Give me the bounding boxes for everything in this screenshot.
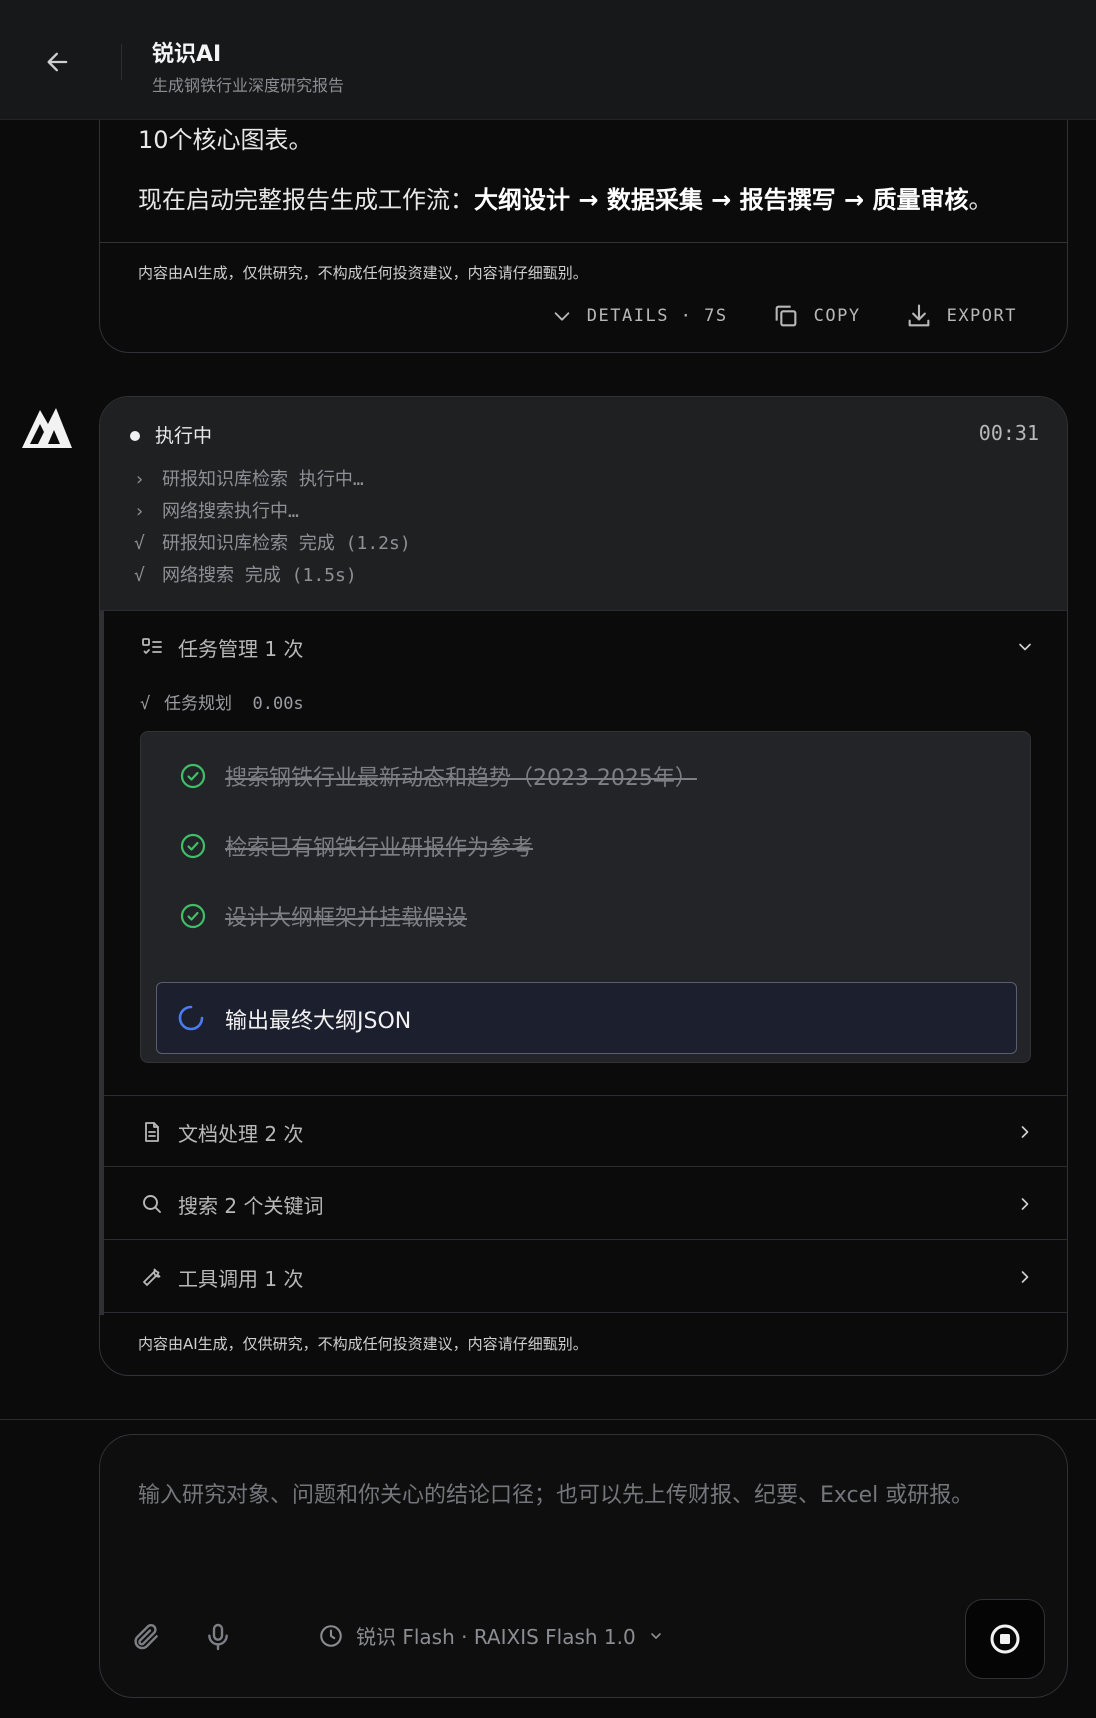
clock-icon [320, 1624, 342, 1647]
copy-button[interactable]: COPY [772, 302, 861, 330]
export-button[interactable]: EXPORT [905, 302, 1017, 330]
check-circle-icon [180, 833, 206, 859]
details-button[interactable]: DETAILS · 7S [551, 305, 728, 327]
check-circle-icon [180, 763, 206, 789]
workflow-prefix: 现在启动完整报告生成工作流： [138, 186, 474, 214]
log-text: 网络搜索执行中… [162, 501, 299, 522]
task-management-toggle[interactable]: 任务管理 1 次 [104, 611, 1067, 683]
paperclip-icon [134, 1623, 158, 1650]
message-composer[interactable]: 输入研究对象、问题和你关心的结论口径；也可以先上传财报、纪要、Excel 或研报… [99, 1434, 1068, 1698]
composer-divider [0, 1419, 1096, 1420]
message-text-line: 10个核心图表。 [138, 126, 313, 154]
log-line: › 网络搜索执行中… [134, 497, 299, 523]
active-task-item: 输出最终大纲JSON [156, 982, 1017, 1054]
details-label: DETAILS · 7S [586, 306, 728, 326]
log-text: 研报知识库检索 完成 (1.2s) [162, 533, 411, 554]
execution-status: 执行中 [155, 425, 213, 447]
log-line: √ 网络搜索 完成 (1.5s) [134, 561, 357, 587]
task-management-label: 任务管理 1 次 [178, 637, 304, 661]
arrow-left-icon [47, 52, 68, 72]
execution-card: 执行中 00:31 › 研报知识库检索 执行中… › 网络搜索执行中… √ 研报知识库… [99, 396, 1068, 1376]
voice-input-button[interactable] [202, 1621, 234, 1653]
chevron-right-icon [1021, 1198, 1029, 1210]
header-divider [121, 44, 122, 80]
execution-header: 执行中 00:31 › 研报知识库检索 执行中… › 网络搜索执行中… √ 研报知识库… [100, 397, 1067, 611]
document-processing-label: 文档处理 2 次 [178, 1122, 304, 1146]
log-line: › 研报知识库检索 执行中… [134, 465, 364, 491]
app-subtitle: 生成钢铁行业深度研究报告 [152, 76, 345, 95]
task-item: 搜索钢铁行业最新动态和趋势（2023-2025年） [179, 756, 697, 796]
document-processing-toggle[interactable]: 文档处理 2 次 [104, 1095, 1067, 1167]
plan-check-mark: √ [140, 694, 151, 714]
model-selector[interactable]: 锐识 Flash · RAIXIS Flash 1.0 [318, 1621, 664, 1650]
plan-label: 任务规划 [164, 694, 232, 714]
message-actions: DETAILS · 7S COPY EXPORT [551, 302, 1017, 330]
log-mark: › [134, 501, 145, 522]
attach-button[interactable] [130, 1621, 162, 1653]
log-line: √ 研报知识库检索 完成 (1.2s) [134, 529, 411, 555]
task-label: 设计大纲框架并挂载假设 [225, 906, 468, 931]
search-keywords-toggle[interactable]: 搜索 2 个关键词 [104, 1168, 1067, 1240]
wrench-icon [143, 1268, 161, 1286]
tool-calls-label: 工具调用 1 次 [178, 1267, 304, 1291]
chevron-right-icon [1021, 1271, 1029, 1283]
log-mark: › [134, 469, 145, 490]
chevron-right-icon [1021, 1126, 1029, 1138]
status-dot [130, 431, 140, 441]
export-label: EXPORT [946, 306, 1017, 326]
check-circle-icon [180, 903, 206, 929]
log-text: 网络搜索 完成 (1.5s) [162, 565, 357, 586]
download-icon [908, 304, 929, 327]
chevron-down-icon [554, 312, 570, 321]
copy-label: COPY [813, 306, 861, 326]
task-plan-line: √ 任务规划 0.00s [140, 689, 304, 714]
search-icon [143, 1195, 161, 1213]
model-label: 锐识 Flash · RAIXIS Flash 1.0 [356, 1625, 636, 1649]
loading-spinner-icon [178, 1005, 204, 1031]
tool-calls-toggle[interactable]: 工具调用 1 次 [104, 1241, 1067, 1313]
task-label: 检索已有钢铁行业研报作为参考 [225, 836, 534, 861]
task-item: 检索已有钢铁行业研报作为参考 [179, 826, 533, 866]
ai-disclaimer: 内容由AI生成，仅供研究，不构成任何投资建议，内容请仔细甄别。 [138, 1335, 588, 1353]
assistant-avatar [18, 402, 74, 452]
plan-time: 0.00s [252, 694, 304, 714]
microphone-icon [208, 1623, 228, 1651]
document-icon [145, 1122, 159, 1142]
task-label: 搜索钢铁行业最新动态和趋势（2023-2025年） [225, 766, 697, 791]
log-text: 研报知识库检索 执行中… [162, 469, 364, 490]
chevron-down-icon [1019, 643, 1031, 651]
chevron-down-icon [650, 1632, 661, 1639]
log-mark: √ [134, 533, 145, 554]
workflow-text-line: 现在启动完整报告生成工作流：大纲设计 → 数据采集 → 报告撰写 → 质量审核。 [138, 180, 992, 215]
ai-disclaimer: 内容由AI生成，仅供研究，不构成任何投资建议，内容请仔细甄别。 [138, 264, 588, 282]
log-mark: √ [134, 565, 145, 586]
stop-generation-button[interactable] [965, 1599, 1045, 1679]
previous-message-card: 10个核心图表。 现在启动完整报告生成工作流：大纲设计 → 数据采集 → 报告撰… [99, 80, 1068, 353]
task-list: 搜索钢铁行业最新动态和趋势（2023-2025年） 检索已有钢铁行业研报作为参考… [140, 731, 1031, 1063]
stop-icon [990, 1624, 1020, 1654]
app-header: 锐识AI 生成钢铁行业深度研究报告 [0, 0, 1096, 120]
composer-placeholder[interactable]: 输入研究对象、问题和你关心的结论口径；也可以先上传财报、纪要、Excel 或研报… [138, 1471, 1038, 1521]
back-button[interactable] [38, 42, 78, 82]
execution-timer: 00:31 [978, 421, 1039, 445]
workflow-steps: 大纲设计 → 数据采集 → 报告撰写 → 质量审核 [474, 186, 969, 214]
copy-icon [775, 305, 797, 327]
card-divider [100, 242, 1067, 243]
task-item: 设计大纲框架并挂载假设 [179, 896, 467, 936]
checklist-icon [142, 638, 162, 654]
active-task-label: 输出最终大纲JSON [225, 1009, 412, 1034]
app-title: 锐识AI [152, 42, 222, 67]
workflow-suffix: 。 [968, 186, 993, 214]
search-keywords-label: 搜索 2 个关键词 [178, 1194, 324, 1218]
brand-logo-icon [22, 408, 72, 448]
